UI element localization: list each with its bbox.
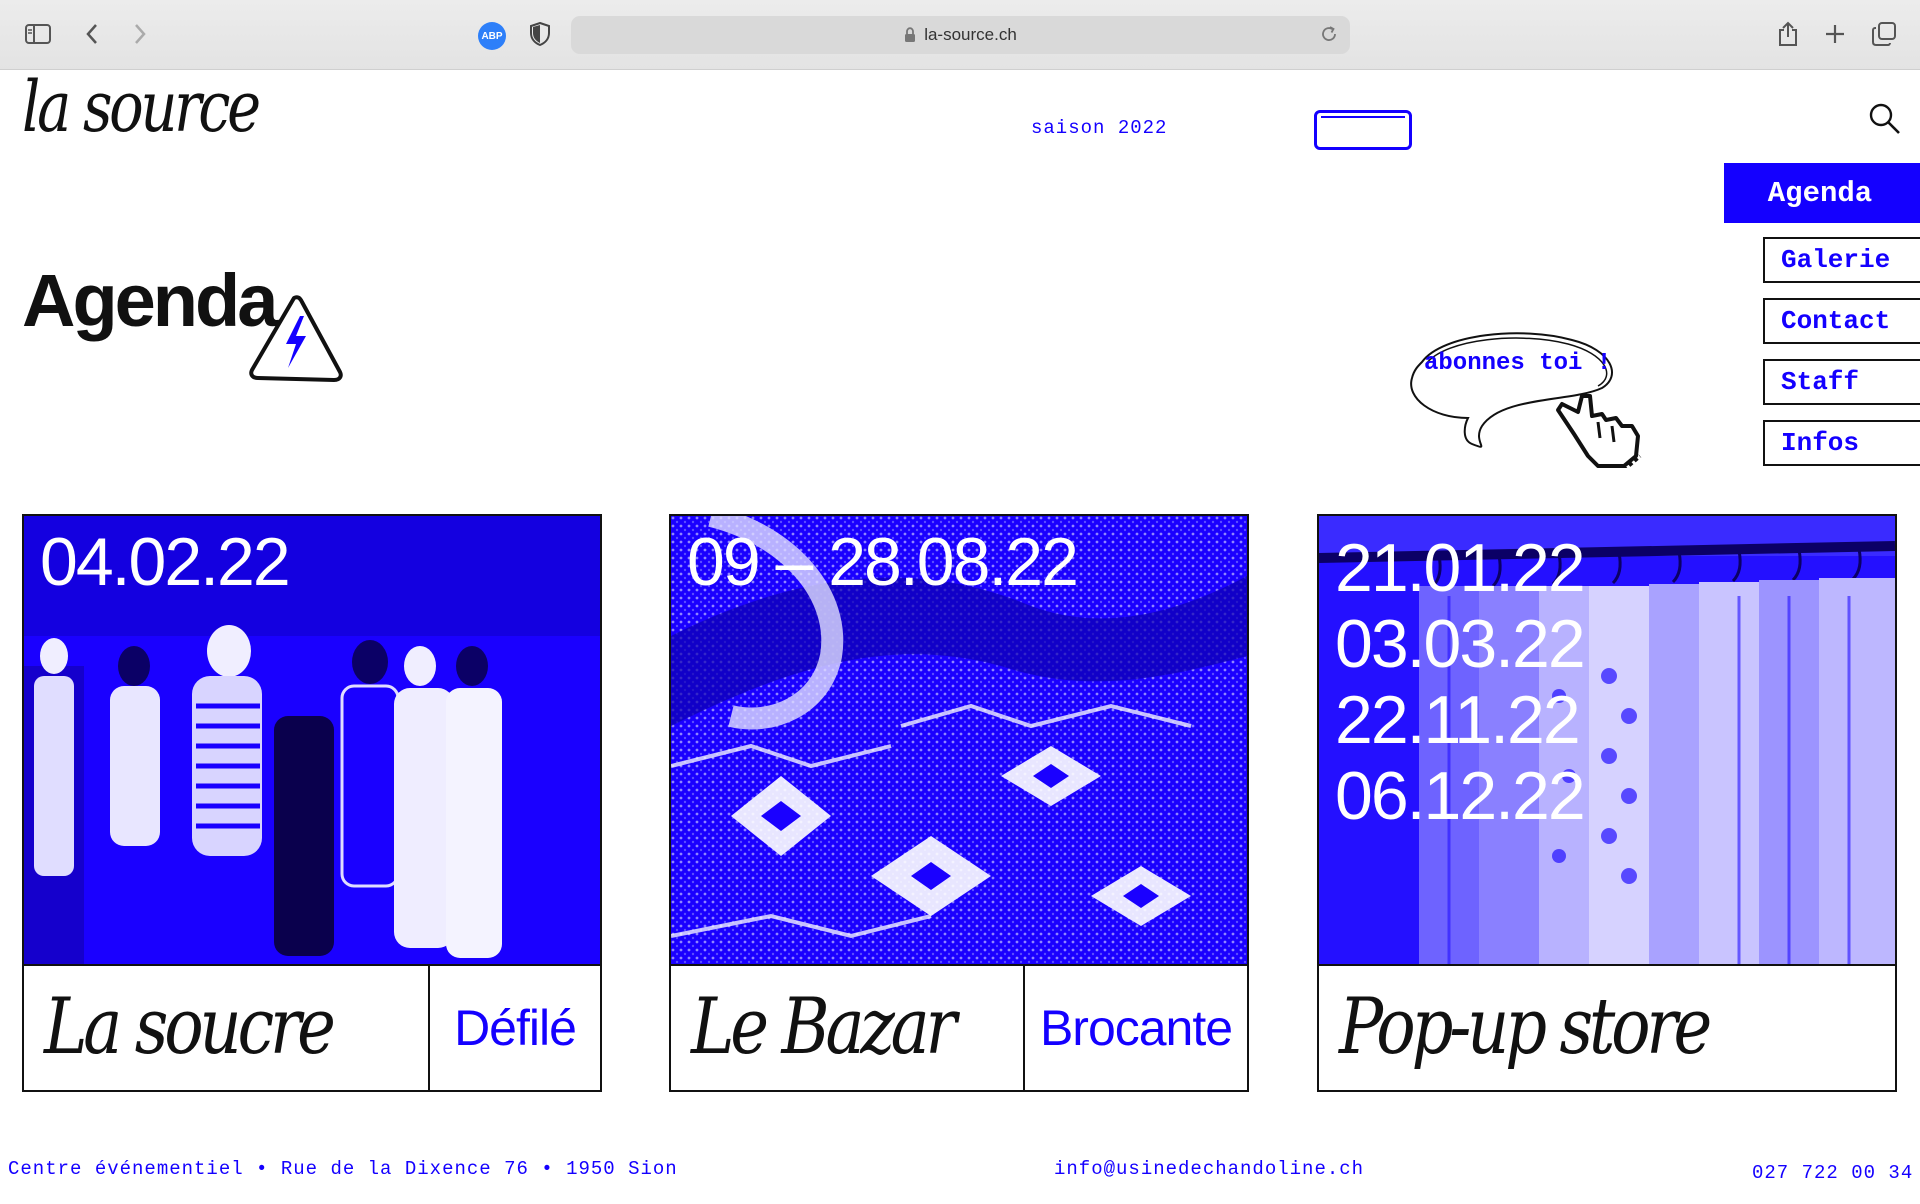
event-card[interactable]: 21.01.22 03.03.22 22.11.22 06.12.22 Pop-… <box>1317 514 1897 1092</box>
browser-toolbar: ABP la-source.ch <box>0 0 1920 70</box>
tabs-icon[interactable] <box>1868 18 1900 50</box>
nav-item-infos[interactable]: Infos <box>1763 420 1920 466</box>
footer-address: Centre événementiel • Rue de la Dixence … <box>8 1158 678 1180</box>
event-category: Défilé <box>428 966 600 1090</box>
site-logo[interactable]: la source <box>22 72 261 142</box>
sidebar-icon[interactable] <box>22 18 54 50</box>
event-card[interactable]: 09 – 28.08.22 Le Bazar Brocante <box>669 514 1249 1092</box>
shield-icon[interactable] <box>524 18 556 50</box>
event-image: 04.02.22 <box>24 516 600 966</box>
search-icon[interactable] <box>1868 102 1902 136</box>
season-label[interactable]: saison 2022 <box>1031 117 1167 139</box>
event-dates: 21.01.22 03.03.22 22.11.22 06.12.22 <box>1335 530 1586 834</box>
address-bar[interactable]: la-source.ch <box>571 16 1350 54</box>
adblock-icon[interactable]: ABP <box>478 22 506 50</box>
event-image: 09 – 28.08.22 <box>671 516 1247 966</box>
nav-item-contact[interactable]: Contact <box>1763 298 1920 344</box>
event-image: 21.01.22 03.03.22 22.11.22 06.12.22 <box>1319 516 1895 966</box>
footer-email[interactable]: info@usinedechandoline.ch <box>1054 1158 1364 1180</box>
event-dates: 09 – 28.08.22 <box>687 524 1079 600</box>
subscribe-label[interactable]: abonnes toi ! <box>1424 350 1611 377</box>
ticket-icon[interactable] <box>1314 110 1412 150</box>
event-card[interactable]: 04.02.22 La soucre Défilé <box>22 514 602 1092</box>
url-text: la-source.ch <box>924 25 1017 44</box>
share-icon[interactable] <box>1772 18 1804 50</box>
footer-phone[interactable]: 027 722 00 34 <box>1752 1162 1913 1184</box>
new-tab-icon[interactable] <box>1819 18 1851 50</box>
event-category: Brocante <box>1023 966 1247 1090</box>
nav-item-agenda[interactable]: Agenda <box>1724 163 1920 223</box>
forward-icon[interactable] <box>124 18 156 50</box>
lock-icon <box>904 27 916 43</box>
reload-icon[interactable] <box>1320 25 1338 43</box>
event-name: Pop-up store <box>1339 982 1712 1072</box>
warning-icon <box>246 292 346 386</box>
event-dates: 04.02.22 <box>40 524 291 600</box>
nav-item-staff[interactable]: Staff <box>1763 359 1920 405</box>
subscribe-bubble[interactable] <box>1402 326 1662 468</box>
event-name: Le Bazar <box>691 982 957 1072</box>
event-name: La soucre <box>44 982 336 1072</box>
page-title: Agenda <box>22 259 278 342</box>
pointer-hand-icon <box>1556 394 1642 468</box>
nav-item-galerie[interactable]: Galerie <box>1763 237 1920 283</box>
back-icon[interactable] <box>76 18 108 50</box>
